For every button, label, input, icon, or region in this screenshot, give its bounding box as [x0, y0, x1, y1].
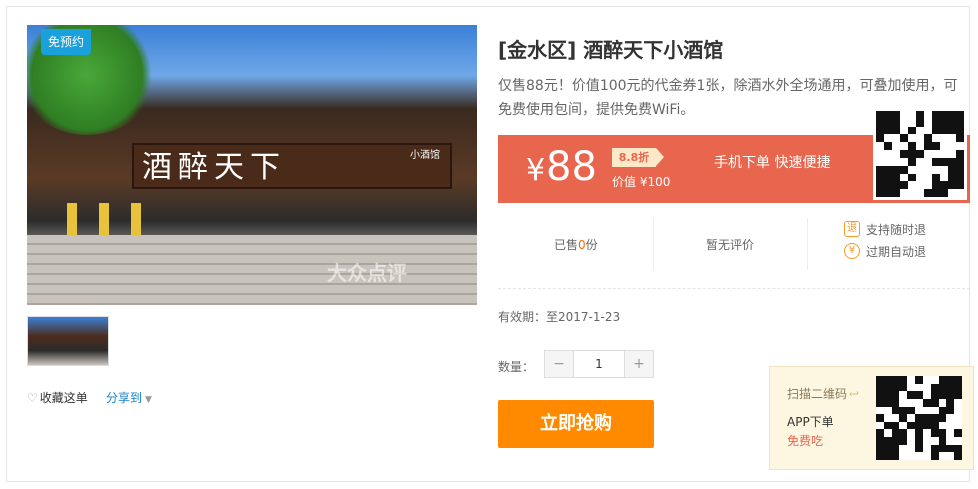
currency-symbol: ¥: [526, 153, 546, 188]
photo-flag: [99, 203, 109, 239]
favorite-button[interactable]: ♡ 收藏这单: [27, 389, 88, 406]
photo-watermark: 大众点评: [327, 261, 407, 285]
sold-suffix: 份: [585, 238, 598, 252]
qr-code-icon: [873, 108, 967, 200]
app-order-label: APP下单: [787, 415, 834, 429]
photo-thumbnail[interactable]: [27, 316, 109, 366]
photo-shop-sign: 酒醉天下 小酒馆: [132, 143, 452, 189]
photo-sign-text: 酒醉天下: [142, 150, 286, 185]
app-free-label: 免费吃: [787, 434, 824, 448]
decrease-button[interactable]: −: [545, 351, 573, 377]
guarantee-expiry-refund: ¥ 过期自动退: [844, 240, 926, 262]
increase-button[interactable]: +: [625, 351, 653, 377]
guarantee-label: 支持随时退: [866, 222, 927, 237]
section-divider: [498, 288, 970, 289]
guarantee-list: 退支持随时退 ¥ 过期自动退: [844, 218, 926, 270]
heart-icon: ♡: [27, 391, 38, 405]
validity-date: 有效期：至2017-1-23: [498, 310, 621, 324]
buy-now-button[interactable]: 立即抢购: [498, 400, 654, 448]
app-qr-code-icon: [876, 376, 962, 460]
guarantee-anytime-refund: 退支持随时退: [844, 218, 926, 240]
arrow-icon: ↩: [849, 387, 860, 401]
scan-qr-label: 扫描二维码 ↩: [787, 385, 859, 402]
original-price: 价值 ¥100: [612, 175, 671, 189]
quantity-label: 数量：: [498, 360, 535, 374]
guarantee-label: 过期自动退: [866, 244, 927, 259]
divider: [807, 218, 808, 270]
no-reservation-badge: 免预约: [41, 29, 91, 55]
photo-flag: [131, 203, 141, 239]
caret-down-icon: ▼: [145, 395, 152, 405]
review-status[interactable]: 暂无评价: [706, 236, 754, 288]
refund-icon: 退: [844, 221, 860, 237]
share-button[interactable]: 分享到 ▼: [106, 389, 152, 406]
mobile-order-hint[interactable]: 手机下单 快速便捷: [714, 152, 830, 172]
photo-sign-sub: 小酒馆: [410, 150, 440, 161]
discount-tag: 8.8折: [612, 148, 664, 167]
photo-steps: [27, 235, 477, 305]
quantity-stepper: − 1 +: [544, 350, 654, 378]
divider: [653, 218, 654, 270]
sold-count: 已售0份: [554, 236, 598, 288]
sold-number: 0: [578, 238, 586, 252]
scan-qr-text: 扫描二维码: [787, 387, 848, 401]
deal-stats: 已售0份 暂无评价 退支持随时退 ¥ 过期自动退: [498, 218, 970, 270]
favorite-label: 收藏这单: [39, 391, 88, 405]
yen-refund-icon: ¥: [844, 243, 860, 259]
photo-flag: [67, 203, 77, 239]
main-photo[interactable]: 免预约 酒醉天下 小酒馆 大众点评: [27, 25, 477, 305]
sold-prefix: 已售: [554, 238, 579, 252]
deal-price: 88: [546, 144, 597, 190]
deal-title: [金水区] 酒醉天下小酒馆: [498, 38, 724, 62]
share-label: 分享到: [106, 391, 143, 405]
quantity-input[interactable]: 1: [573, 351, 625, 377]
